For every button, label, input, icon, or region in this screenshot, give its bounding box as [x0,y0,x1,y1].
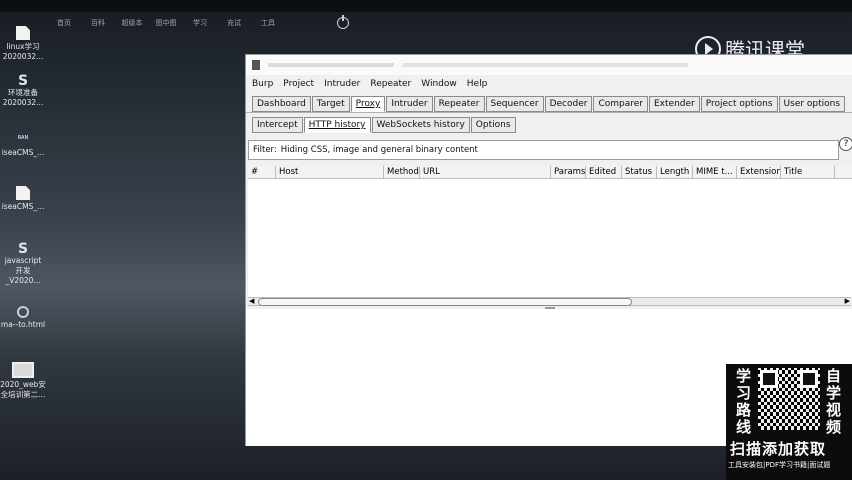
menu-window[interactable]: Window [421,79,457,89]
power-icon[interactable] [337,15,349,29]
image-icon [12,362,34,378]
filter-label: Filter: [253,145,277,155]
desktop-icon-html[interactable]: ma--to.html [0,306,46,330]
desktop-icon-cms1[interactable]: RAN iseaCMS_... [0,130,46,158]
tab-project-options[interactable]: Project options [700,96,778,112]
tab-comparer[interactable]: Comparer [593,96,648,112]
promo-char: 学 [736,367,752,385]
taskbar-item[interactable]: 首页 [52,18,76,28]
column-method[interactable]: Method [384,166,420,178]
scroll-right-icon[interactable]: ▶ [845,297,850,305]
column-params[interactable]: Params [551,166,586,178]
document-icon [16,26,30,40]
promo-footer: 工具安装包|PDF学习书籍|面试题 [728,461,831,469]
window-titlebar[interactable] [246,55,852,75]
desktop-icon-label: javascript 开发_V2020... [4,256,42,285]
desktop-icon-label: 环境准备 2020032... [2,88,44,107]
column-title[interactable]: Title [781,166,835,178]
desktop-icon-cms2[interactable]: iseaCMS_... [0,186,46,212]
tab-target[interactable]: Target [311,96,350,112]
taskbar-item[interactable]: 百科 [86,18,110,28]
promo-char: 学 [826,384,842,402]
s-icon: S [17,241,29,257]
proxy-subtabs: Intercept HTTP history WebSockets histor… [246,112,852,134]
history-table-header: # Host Method URL Params Edited Status L… [248,166,852,179]
main-tabs: Dashboard Target Proxy Intruder Repeater… [246,93,852,112]
desktop-taskbar: 首页 百科 超级本 图中图 学习 充试 工具 [52,18,280,28]
tab-decoder[interactable]: Decoder [544,96,593,112]
subtab-websockets-history[interactable]: WebSockets history [371,117,470,133]
taskbar-item[interactable]: 充试 [222,18,246,28]
qr-promo-panel: 学 习 路 线 自 学 视 频 扫描添加获取 工具安装包|PDF学习书籍|面试题 [726,364,852,480]
desktop-icon-label: 2020_web安 全培训第二... [0,380,46,399]
subtab-options[interactable]: Options [470,117,516,133]
promo-char: 路 [736,401,752,419]
desktop-icon-label: iseaCMS_... [1,202,45,211]
menu-burp[interactable]: Burp [252,79,273,89]
subtab-http-history[interactable]: HTTP history [303,117,371,133]
desktop-icon-env[interactable]: S 环境准备 2020032... [0,73,46,108]
ran-icon: RAN [15,130,31,146]
menu-intruder[interactable]: Intruder [324,79,360,89]
qr-code [758,368,820,430]
column-url[interactable]: URL [420,166,551,178]
column-mime-type[interactable]: MIME t... [693,166,737,178]
menu-project[interactable]: Project [283,79,314,89]
subtab-intercept[interactable]: Intercept [252,117,303,133]
horizontal-scrollbar[interactable]: ◀ ▶ [248,297,851,306]
burp-app-icon [252,60,260,70]
desktop-icon-label: linux学习 2020032... [2,42,44,61]
tab-proxy[interactable]: Proxy [350,96,386,112]
filter-text: Hiding CSS, image and general binary con… [280,145,478,155]
taskbar-item[interactable]: 学习 [188,18,212,28]
column-length[interactable]: Length [657,166,693,178]
desktop-icon-linux[interactable]: linux学习 2020032... [0,26,46,62]
taskbar-item[interactable]: 工具 [256,18,280,28]
tab-user-options[interactable]: User options [778,96,846,112]
menu-bar: Burp Project Intruder Repeater Window He… [246,75,852,93]
column-status[interactable]: Status [622,166,657,178]
taskbar-item[interactable]: 图中图 [154,18,178,28]
tab-repeater[interactable]: Repeater [433,96,485,112]
column-host[interactable]: Host [276,166,384,178]
scroll-left-icon[interactable]: ◀ [249,297,254,305]
window-title [268,63,688,67]
scrollbar-thumb[interactable] [258,298,632,306]
filter-bar[interactable]: Filter: Hiding CSS, image and general bi… [248,140,839,160]
tab-dashboard[interactable]: Dashboard [252,96,311,112]
column-edited[interactable]: Edited [586,166,622,178]
taskbar-item[interactable]: 超级本 [120,18,144,28]
column-extension[interactable]: Extension [737,166,781,178]
promo-cta: 扫描添加获取 [730,440,827,458]
menu-help[interactable]: Help [467,79,488,89]
desktop-top-bar [0,0,852,12]
promo-char: 线 [736,418,752,436]
desktop-icon-label: ma--to.html [0,320,46,329]
desktop-icon-label: iseaCMS_... [1,148,45,157]
promo-right-column: 自 学 视 频 [826,368,842,436]
tab-sequencer[interactable]: Sequencer [485,96,544,112]
promo-char: 习 [736,384,752,402]
tab-intruder[interactable]: Intruder [386,96,433,112]
tab-extender[interactable]: Extender [649,96,700,112]
promo-char: 自 [826,367,842,385]
menu-repeater[interactable]: Repeater [370,79,411,89]
desktop-icon-web[interactable]: 2020_web安 全培训第二... [0,362,46,400]
promo-char: 频 [826,418,842,436]
promo-left-column: 学 习 路 线 [736,368,752,436]
help-icon[interactable]: ? [839,137,852,151]
s-icon: S [17,73,29,89]
document-icon [16,186,30,200]
desktop-icon-js[interactable]: S javascript 开发_V2020... [0,241,46,286]
key-icon [17,306,29,318]
history-table-body[interactable] [248,179,852,297]
promo-char: 视 [826,401,842,419]
column-number[interactable]: # [248,166,276,178]
